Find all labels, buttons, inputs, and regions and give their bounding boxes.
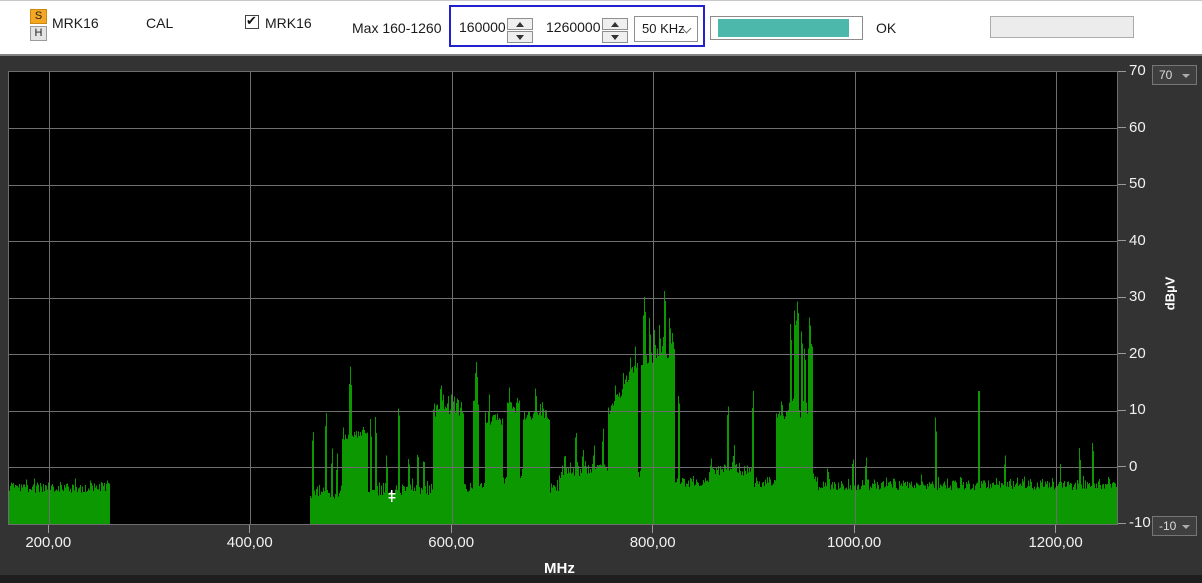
max-range-label: Max 160-1260 — [352, 20, 442, 36]
y-tick-label: 60 — [1129, 119, 1146, 136]
y-axis-unit-label: dBµV — [1162, 276, 1177, 310]
chevron-down-icon — [1182, 74, 1190, 78]
toolbar: S H MRK16 CAL ✔ MRK16 Max 160-1260 16000… — [0, 0, 1202, 54]
cal-label: CAL — [146, 15, 173, 31]
spectrum-trace-path — [9, 291, 1117, 524]
y-max-value: 70 — [1159, 68, 1172, 82]
y-tick-label: 50 — [1129, 175, 1146, 192]
x-tick-label: 1000,00 — [814, 534, 894, 551]
y-tick-label: 30 — [1129, 288, 1146, 305]
y-axis-tick — [1118, 353, 1126, 354]
y-axis-tick — [1118, 297, 1126, 298]
bottom-strip — [0, 575, 1202, 583]
x-axis-tick — [652, 525, 653, 533]
y-tick-label: 20 — [1129, 345, 1146, 362]
x-tick-label: 200,00 — [8, 534, 88, 551]
stop-frequency-value[interactable]: 1260000 — [546, 19, 601, 35]
spectrum-plot[interactable] — [8, 71, 1118, 525]
step-width-value: 50 KHz — [642, 21, 685, 36]
start-frequency-value[interactable]: 160000 — [459, 19, 506, 35]
y-tick-label: 70 — [1129, 62, 1146, 79]
spin-down-button[interactable] — [507, 31, 533, 43]
arrow-down-icon — [611, 35, 619, 40]
mrk16-checkbox[interactable]: ✔ — [245, 15, 259, 29]
gridline-horizontal — [9, 185, 1117, 186]
x-tick-label: 600,00 — [411, 534, 491, 551]
chart-panel: MHz dBµV 70 -10 200,00400,00600,00800,00… — [0, 54, 1202, 583]
x-tick-label: 800,00 — [613, 534, 693, 551]
stop-frequency-spinner — [602, 18, 628, 44]
mrk16-label: MRK16 — [52, 15, 99, 31]
gridline-horizontal — [9, 241, 1117, 242]
message-field — [990, 16, 1134, 38]
mrk16-checkbox-label: MRK16 — [265, 15, 312, 31]
arrow-up-icon — [516, 22, 524, 27]
x-axis-tick — [48, 525, 49, 533]
start-frequency-spinner — [507, 18, 533, 44]
y-tick-label: 0 — [1129, 458, 1137, 475]
checkmark-icon: ✔ — [246, 13, 257, 29]
y-tick-label: 10 — [1129, 401, 1146, 418]
x-axis-tick — [854, 525, 855, 533]
y-axis-tick — [1118, 127, 1126, 128]
gridline-horizontal — [9, 467, 1117, 468]
y-axis-tick — [1118, 240, 1126, 241]
y-min-dropdown[interactable]: -10 — [1152, 516, 1197, 536]
y-axis-tick — [1118, 184, 1126, 185]
chevron-down-icon — [1182, 525, 1190, 529]
spin-down-button[interactable] — [602, 31, 628, 43]
arrow-down-icon — [516, 35, 524, 40]
progress-fill — [718, 19, 849, 37]
y-tick-label: -10 — [1129, 514, 1151, 531]
x-tick-label: 1200,00 — [1016, 534, 1096, 551]
hold-h-button[interactable]: H — [30, 26, 47, 41]
gridline-horizontal — [9, 128, 1117, 129]
arrow-up-icon — [611, 22, 619, 27]
step-width-select[interactable]: 50 KHz — [634, 16, 698, 42]
sweep-s-button[interactable]: S — [30, 9, 47, 24]
y-min-value: -10 — [1159, 519, 1176, 533]
x-axis-tick — [451, 525, 452, 533]
spectrum-analyzer-window: S H MRK16 CAL ✔ MRK16 Max 160-1260 16000… — [0, 0, 1202, 583]
y-axis-tick — [1118, 410, 1126, 411]
gridline-horizontal — [9, 411, 1117, 412]
x-axis-tick — [1055, 525, 1056, 533]
y-axis-tick — [1118, 466, 1126, 467]
ok-status-label: OK — [876, 20, 896, 36]
x-axis-tick — [249, 525, 250, 533]
gridline-horizontal — [9, 354, 1117, 355]
spin-up-button[interactable] — [602, 18, 628, 30]
frequency-settings-group: 160000 1260000 50 KHz — [449, 5, 705, 47]
y-axis-tick — [1118, 71, 1126, 72]
spin-up-button[interactable] — [507, 18, 533, 30]
y-axis-tick — [1118, 523, 1126, 524]
x-tick-label: 400,00 — [210, 534, 290, 551]
y-tick-label: 40 — [1129, 232, 1146, 249]
y-max-dropdown[interactable]: 70 — [1152, 65, 1197, 85]
sweep-progress-bar — [710, 16, 863, 40]
gridline-horizontal — [9, 298, 1117, 299]
